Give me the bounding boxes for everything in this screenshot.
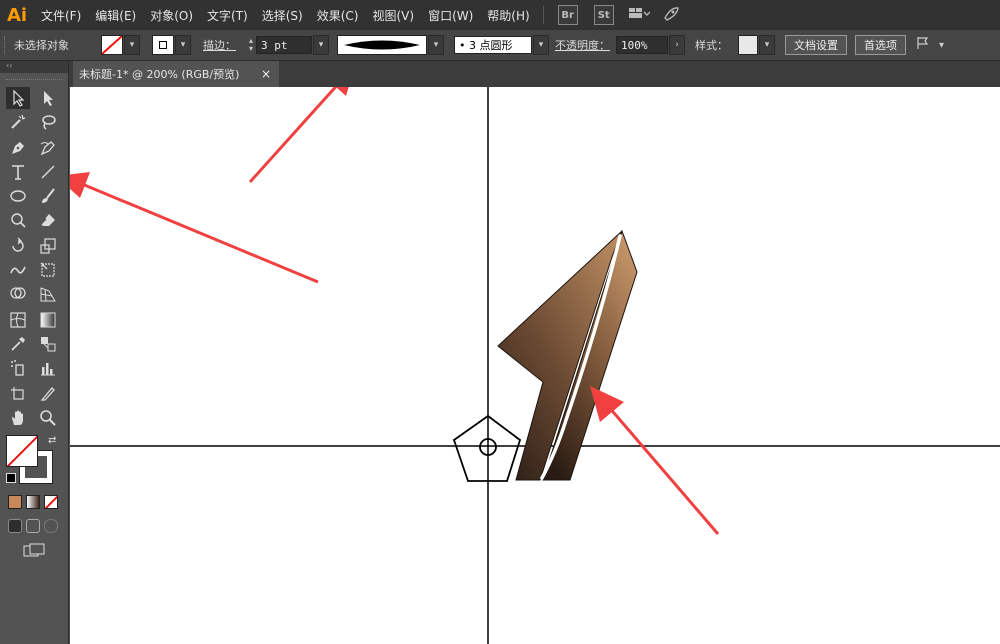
menu-object[interactable]: 对象(O) <box>143 7 200 24</box>
menu-help[interactable]: 帮助(H) <box>480 7 536 24</box>
control-bar: 未选择对象 ▾ ▾ 描边： ▴ ▾ 3 pt ▾ ▾ • 3 点圆形 ▾ 不透明度… <box>0 30 1000 61</box>
pen-tool-icon[interactable] <box>6 137 30 159</box>
swap-fill-stroke-icon[interactable]: ⇄ <box>48 435 56 446</box>
document-tab-strip: 未标题-1* @ 200% (RGB/预览) × <box>69 61 1000 87</box>
flag-icon[interactable] <box>916 36 930 54</box>
fill-swatch[interactable] <box>101 35 123 55</box>
document-setup-button[interactable]: 文档设置 <box>785 35 847 55</box>
scale-tool-icon[interactable] <box>36 235 60 257</box>
graphic-style-swatch[interactable] <box>738 35 758 55</box>
rotate-tool-icon[interactable] <box>6 235 30 257</box>
color-button[interactable] <box>8 495 22 509</box>
close-icon[interactable]: × <box>261 67 271 81</box>
rocket-icon[interactable] <box>662 5 680 25</box>
perspective-grid-tool-icon[interactable] <box>36 283 60 305</box>
grid-layout-icon[interactable] <box>628 6 651 24</box>
brush-definition-preview[interactable] <box>337 35 427 55</box>
opacity-dropdown[interactable]: › <box>669 35 685 55</box>
stroke-dropdown[interactable]: ▾ <box>175 35 191 55</box>
menu-effect[interactable]: 效果(C) <box>310 7 366 24</box>
annotation-arrow-brush <box>248 87 349 184</box>
tools-panel: ‹‹ ⇄ <box>0 61 69 644</box>
profile-dropdown[interactable]: ▾ <box>533 35 549 55</box>
draw-normal-icon[interactable] <box>8 519 22 533</box>
menu-bar: Ai 文件(F) 编辑(E) 对象(O) 文字(T) 选择(S) 效果(C) 视… <box>0 0 1000 30</box>
zoom-tool-icon[interactable] <box>36 407 60 429</box>
eyedropper-tool-icon[interactable] <box>6 333 30 355</box>
menu-separator <box>542 6 544 24</box>
direct-selection-tool-icon[interactable] <box>36 87 60 109</box>
style-label: 样式： <box>695 39 728 52</box>
artboard-tool-icon[interactable] <box>6 383 30 405</box>
style-dropdown[interactable]: ▾ <box>759 35 775 55</box>
menu-type[interactable]: 文字(T) <box>200 7 255 24</box>
document-tab[interactable]: 未标题-1* @ 200% (RGB/预览) × <box>73 61 279 87</box>
annotation-arrow-highlight <box>590 386 720 535</box>
fill-dropdown[interactable]: ▾ <box>124 35 140 55</box>
menu-file[interactable]: 文件(F) <box>34 7 88 24</box>
pentagon-shape[interactable] <box>452 414 522 482</box>
lasso-tool-icon[interactable] <box>36 111 60 133</box>
menu-window[interactable]: 窗口(W) <box>421 7 480 24</box>
variable-width-profile[interactable]: • 3 点圆形 <box>454 36 532 54</box>
stroke-swatch[interactable] <box>152 35 174 55</box>
tools-panel-grip[interactable] <box>6 79 62 86</box>
drawing-modes <box>6 519 62 535</box>
stroke-weight-input[interactable]: 3 pt <box>256 36 312 54</box>
magic-wand-tool-icon[interactable] <box>6 111 30 133</box>
stroke-weight-dropdown[interactable]: ▾ <box>313 35 329 55</box>
paintbrush-tool-icon[interactable] <box>36 185 60 207</box>
color-mode-buttons <box>6 495 62 511</box>
chevron-down-icon[interactable]: ▾ <box>939 40 944 51</box>
document-tab-title: 未标题-1* @ 200% (RGB/预览) <box>79 68 240 81</box>
gradient-tool-icon[interactable] <box>36 309 60 331</box>
app-logo: Ai <box>6 4 28 26</box>
menu-view[interactable]: 视图(V) <box>365 7 421 24</box>
brush-dropdown[interactable]: ▾ <box>428 35 444 55</box>
stroke-label[interactable]: 描边： <box>203 37 236 53</box>
warp-tool-icon[interactable] <box>6 259 30 281</box>
selection-status: 未选择对象 <box>14 39 69 52</box>
fill-color-box[interactable] <box>6 435 38 467</box>
panel-collapse-icon[interactable]: ‹‹ <box>0 61 68 73</box>
stock-button[interactable]: St <box>593 5 614 25</box>
preferences-button[interactable]: 首选项 <box>855 35 906 55</box>
mesh-tool-icon[interactable] <box>6 309 30 331</box>
shape-builder-tool-icon[interactable] <box>6 283 30 305</box>
curvature-tool-icon[interactable] <box>36 137 60 159</box>
column-graph-tool-icon[interactable] <box>36 357 60 379</box>
menu-edit[interactable]: 编辑(E) <box>88 7 143 24</box>
blend-tool-icon[interactable] <box>36 333 60 355</box>
menu-select[interactable]: 选择(S) <box>255 7 310 24</box>
symbol-sprayer-tool-icon[interactable] <box>6 357 30 379</box>
free-transform-tool-icon[interactable] <box>36 259 60 281</box>
canvas-artwork <box>70 87 1000 644</box>
ellipse-tool-icon[interactable] <box>6 185 30 207</box>
type-tool-icon[interactable] <box>6 161 30 183</box>
screen-mode-icon[interactable] <box>22 543 46 559</box>
artboard-canvas[interactable] <box>70 87 1000 644</box>
bridge-button[interactable]: Br <box>557 5 578 25</box>
opacity-label[interactable]: 不透明度： <box>555 37 610 53</box>
selection-tool-icon[interactable] <box>6 87 30 109</box>
fill-stroke-widget[interactable]: ⇄ <box>6 435 62 485</box>
none-button[interactable] <box>44 495 58 509</box>
opacity-input[interactable]: 100% <box>616 36 668 54</box>
shaper-tool-icon[interactable] <box>6 209 30 231</box>
hand-tool-icon[interactable] <box>6 407 30 429</box>
gradient-button[interactable] <box>26 495 40 509</box>
annotation-arrow-line-tool <box>70 172 319 284</box>
stroke-weight-stepper[interactable]: ▴ ▾ <box>246 37 256 53</box>
draw-behind-icon[interactable] <box>26 519 40 533</box>
control-bar-grip[interactable] <box>4 36 8 54</box>
eraser-tool-icon[interactable] <box>36 209 60 231</box>
line-segment-tool-icon[interactable] <box>36 161 60 183</box>
draw-inside-icon[interactable] <box>44 519 58 533</box>
default-colors-icon[interactable] <box>6 473 16 483</box>
slice-tool-icon[interactable] <box>36 383 60 405</box>
